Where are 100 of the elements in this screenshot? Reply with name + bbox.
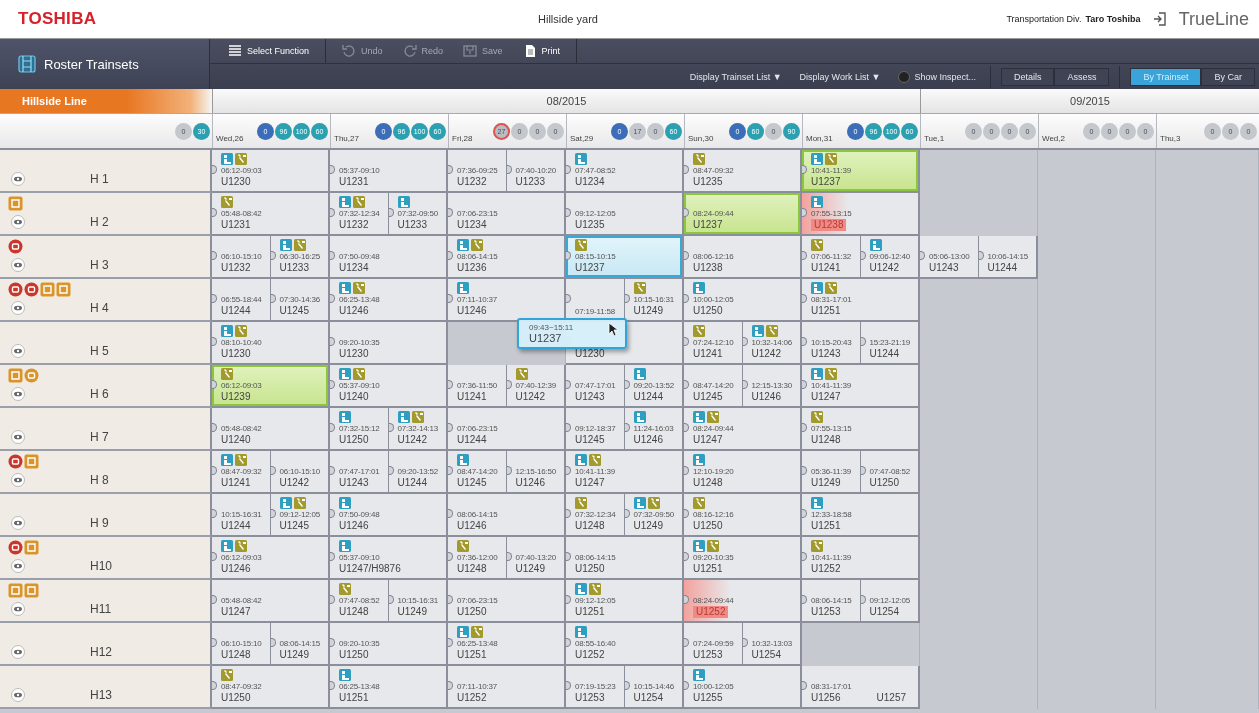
unit-number: U1247: [811, 391, 841, 403]
time-range: 08:06-14:15: [457, 252, 498, 262]
time-range: 06:55-18:44: [221, 295, 262, 305]
unit-number: U1246: [457, 520, 487, 532]
time-range: 07:55-13:15: [811, 424, 852, 434]
time-range: 08:47-14:20: [457, 467, 498, 477]
time-range: 07:06-23:15: [457, 209, 498, 219]
time-range: 07:47-08:52: [339, 596, 380, 606]
time-range: 10:00-12:05: [693, 295, 734, 305]
trainset-name: H12: [90, 645, 113, 659]
unit-number: U1242: [279, 477, 309, 489]
time-range: 05:37-09:10: [339, 381, 380, 391]
time-range: 07:11-10:37: [457, 682, 497, 692]
time-range: 12:15-16:50: [515, 467, 556, 477]
time-range: 05:37-09:10: [339, 553, 380, 563]
time-range: 07:40-13:20: [515, 553, 556, 563]
time-range: 08:16-12:16: [693, 510, 734, 520]
time-range: 09:20-10:35: [339, 639, 380, 649]
unit-number: U1232: [339, 219, 369, 231]
time-range: 07:47-17:01: [339, 467, 380, 477]
unit-number: U1238: [811, 219, 847, 231]
unit-number: U1245: [279, 305, 309, 317]
date-label: Mon,31: [806, 134, 833, 143]
unit-number: U1248: [811, 434, 841, 446]
unit-number: U1248: [693, 477, 723, 489]
unit-number: U1250: [339, 649, 369, 661]
unit-number: U1251: [693, 563, 723, 575]
time-range: 05:06-13:00: [929, 252, 970, 262]
time-range: 09:20-10:35: [693, 553, 734, 563]
time-range: 09:20-10:35: [339, 338, 380, 348]
unit-number: U1244: [987, 262, 1017, 274]
unit-number: U1245: [457, 477, 487, 489]
time-range: 06:10-15:10: [221, 252, 262, 262]
unit-number: U1244: [869, 348, 899, 360]
unit-number: U1251: [339, 692, 369, 704]
time-range: 08:24-09:44: [693, 424, 734, 434]
time-range: 05:48-08:42: [221, 596, 262, 606]
time-range: 06:10-15:10: [279, 467, 320, 477]
date-label: Tue,1: [924, 134, 945, 143]
time-range: 06:25-13:48: [339, 295, 380, 305]
time-range: 07:24-09:59: [693, 639, 734, 649]
unit-number: U1231: [221, 219, 251, 231]
unit-number: U1244: [633, 391, 663, 403]
unit-number: U1230: [339, 348, 369, 360]
time-range: 10:06-14:15: [987, 252, 1028, 262]
trainset-name: H 8: [90, 473, 110, 487]
time-range: 06:12-09:03: [221, 381, 262, 391]
unit-number: U1247: [221, 606, 251, 618]
time-range: 07:32-14:13: [397, 424, 438, 434]
unit-number: U1247: [575, 477, 605, 489]
time-range: 09:20-13:52: [633, 381, 674, 391]
unit-number: U1256: [811, 692, 841, 704]
time-range: 10:41-11:39: [811, 166, 851, 176]
unit-number: U1241: [457, 391, 487, 403]
time-range: 06:12-09:03: [221, 166, 262, 176]
unit-number: U1254: [633, 692, 663, 704]
unit-number: U1249: [279, 649, 309, 661]
unit-number: U1249: [515, 563, 545, 575]
brand-logo: TOSHIBA: [18, 9, 98, 29]
time-range: 12:33-18:58: [811, 510, 852, 520]
unit-number: U1252: [575, 649, 605, 661]
time-range: 08:15-10:15: [575, 252, 616, 262]
time-range: 06:30-16:25: [279, 252, 320, 262]
unit-number: U1241: [811, 262, 841, 274]
unit-number: U1250: [339, 434, 369, 446]
unit-number: U1248: [221, 649, 251, 661]
unit-number: U1242: [397, 434, 427, 446]
unit-number: U1239: [221, 391, 251, 403]
time-range: 09:12-12:05: [575, 596, 616, 606]
time-range: 08:47-09:32: [221, 682, 262, 692]
time-range: 08:06-14:15: [811, 596, 852, 606]
time-range: 09:12-12:05: [575, 209, 616, 219]
time-range: 07:19-11:58: [575, 307, 615, 317]
time-range: 06:25-13:48: [457, 639, 498, 649]
unit-number: U1251: [811, 520, 841, 532]
time-range: 08:31-17:01: [811, 295, 852, 305]
time-range: 10:15-20:43: [811, 338, 852, 348]
time-range: 07:32-12:34: [339, 209, 380, 219]
unit-number: U1236: [457, 262, 487, 274]
trainset-name: H 9: [90, 516, 110, 530]
unit-number: U1246: [221, 563, 251, 575]
unit-number: U1250: [457, 606, 487, 618]
time-range: 08:24-09:44: [693, 209, 734, 219]
time-range: 08:06-14:15: [575, 553, 616, 563]
trainset-name: H10: [90, 559, 113, 573]
trainset-name: H 3: [90, 258, 110, 272]
unit-number: U1254: [869, 606, 899, 618]
unit-number: U1255: [693, 692, 723, 704]
time-range: 08:10-10:40: [221, 338, 262, 348]
unit-number: U1250: [693, 305, 723, 317]
product-name: TrueLine: [1178, 8, 1249, 30]
unit-number: U1232: [221, 262, 251, 274]
unit-number: U1233: [515, 176, 545, 188]
unit-number: U1242: [869, 262, 899, 274]
time-range: 09:12-12:05: [869, 596, 910, 606]
unit-number: U1252: [457, 692, 487, 704]
unit-number: U1248: [457, 563, 487, 575]
unit-number: U1253: [575, 692, 605, 704]
unit-number: U1257: [876, 692, 906, 704]
time-range: 07:36-11:50: [457, 381, 497, 391]
